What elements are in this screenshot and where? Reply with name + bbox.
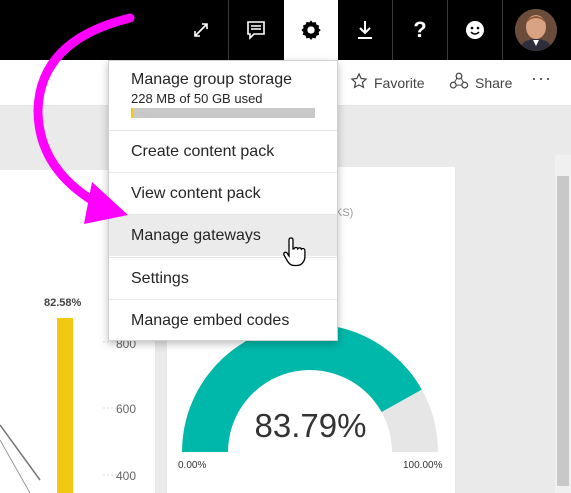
axis-tick-label: 400 (116, 469, 137, 483)
storage-usage: 228 MB of 50 GB used (131, 91, 263, 106)
menu-item-manage-embed-codes[interactable]: Manage embed codes (109, 299, 337, 341)
settings-button[interactable] (284, 0, 338, 60)
gauge-max-label: 100.00% (403, 460, 443, 471)
help-button[interactable]: ? (393, 0, 447, 60)
axis-tick-label: 600 (116, 402, 137, 416)
menu-item-label: Manage gateways (131, 226, 261, 244)
smiley-icon (465, 20, 485, 40)
favorite-label: Favorite (374, 74, 425, 91)
hand-cursor-icon (283, 237, 306, 267)
feedback-button[interactable] (229, 0, 283, 60)
scrollbar-thumb[interactable] (557, 176, 569, 486)
feedback-icon (246, 20, 266, 40)
menu-item-label: Settings (131, 269, 189, 287)
storage-title: Manage group storage (131, 71, 292, 88)
menu-item-label: Create content pack (131, 142, 275, 160)
divider (502, 0, 503, 60)
axis-gridlines (103, 341, 117, 476)
bar-data-label: 82.58% (44, 297, 82, 309)
more-options-button[interactable]: ··· (531, 68, 552, 89)
feedback-smiley-button[interactable] (448, 0, 502, 60)
top-nav-bar: ? (0, 0, 571, 60)
menu-item-label: Manage embed codes (131, 311, 290, 329)
download-icon (356, 20, 374, 40)
download-button[interactable] (338, 0, 392, 60)
expand-icon (193, 22, 209, 38)
help-icon: ? (413, 17, 427, 42)
manage-storage-item[interactable]: Manage group storage 228 MB of 50 GB use… (109, 61, 337, 129)
favorite-button[interactable]: Favorite (350, 72, 425, 93)
screen: 82.58% 800 600 400 KS) 83.79% 0.00% 100.… (0, 0, 571, 493)
user-photo (515, 9, 557, 51)
share-icon (449, 72, 469, 93)
star-icon (350, 72, 368, 93)
avatar[interactable] (515, 9, 557, 51)
gauge-value: 83.79% (254, 407, 367, 444)
storage-progress-fill (131, 108, 133, 118)
storage-progress-bar (131, 108, 315, 118)
settings-menu: Manage group storage 228 MB of 50 GB use… (108, 60, 338, 341)
menu-item-label: View content pack (131, 184, 261, 202)
menu-item-view-content-pack[interactable]: View content pack (109, 172, 337, 214)
line-series (0, 424, 41, 493)
share-label: Share (475, 74, 513, 91)
share-button[interactable]: Share (449, 72, 512, 93)
bar (57, 318, 73, 493)
gauge-min-label: 0.00% (178, 460, 207, 471)
menu-item-create-content-pack[interactable]: Create content pack (109, 130, 337, 172)
gear-icon (300, 19, 322, 41)
expand-button[interactable] (175, 0, 227, 60)
